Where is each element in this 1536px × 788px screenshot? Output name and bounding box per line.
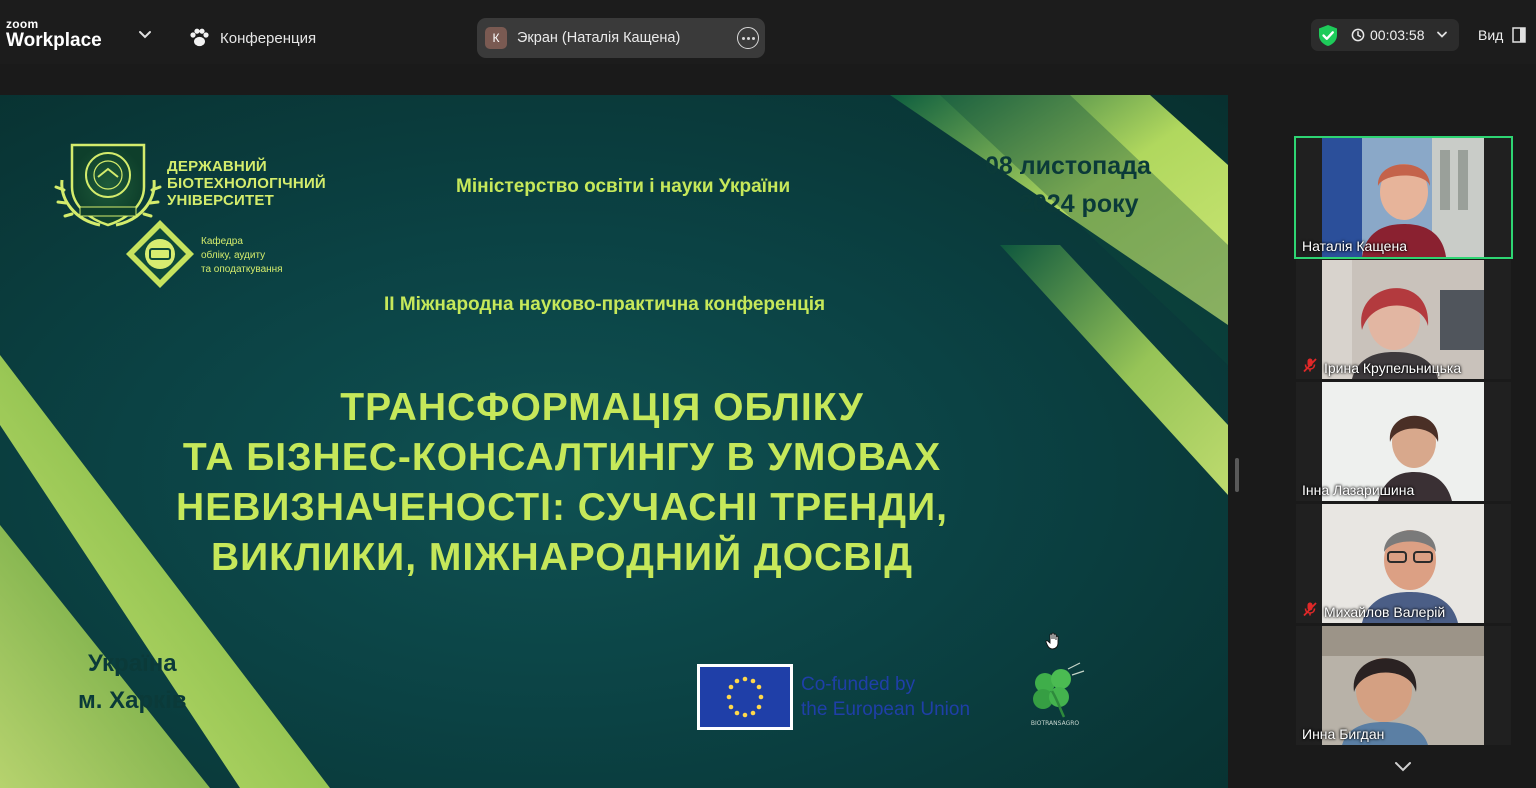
university-name-line: БІОТЕХНОЛОГІЧНИЙ [167,175,326,192]
shared-screen-slide[interactable]: ДЕРЖАВНИЙ БІОТЕХНОЛОГІЧНИЙ УНІВЕРСИТЕТ К… [0,95,1228,788]
biotransagro-clover-logo: BIOTRANSAGRO [1031,662,1085,727]
university-name: ДЕРЖАВНИЙ БІОТЕХНОЛОГІЧНИЙ УНІВЕРСИТЕТ [167,158,326,209]
university-emblem [54,143,162,227]
conference-title-line: ВИКЛИКИ, МІЖНАРОДНИЙ ДОСВІД [210,536,914,579]
eu-flag-icon [697,664,793,730]
view-button[interactable]: Вид [1478,27,1503,43]
top-bar: zoom Workplace Конференция К Экран (Ната… [0,0,1536,64]
microphone-muted-icon [1303,358,1317,373]
hand-cursor-icon [1045,632,1059,650]
conference-title-line: НЕВИЗНАЧЕНОСТІ: СУЧАСНІ ТРЕНДИ, [176,486,948,529]
conference-date-day: 08 листопада [985,152,1151,180]
participant-name: Наталія Кащена [1302,238,1407,254]
meeting-status[interactable]: 00:03:58 [1311,19,1459,51]
brand-small-text: zoom [6,17,39,31]
screen-share-label: Экран (Наталія Кащена) [517,30,681,46]
panel-resize-handle[interactable] [1235,458,1239,492]
department-name-line: та оподаткування [201,264,283,275]
eu-text-line: the European Union [801,699,971,720]
participant-tile[interactable]: Ірина Крупельницька [1296,260,1511,379]
participant-tile[interactable]: Інна Лазаришина [1296,382,1511,501]
participant-name: Инна Бигдан [1302,726,1385,742]
chevron-down-icon[interactable] [1436,30,1448,40]
microphone-muted-icon [1303,602,1317,617]
meeting-tab-label: Конференция [220,29,317,47]
scroll-down-chevron-icon[interactable] [1393,760,1413,774]
conference-title-line: ТРАНСФОРМАЦІЯ ОБЛІКУ [340,386,864,429]
participant-tile[interactable]: Наталія Кащена [1294,136,1513,259]
chevron-down-icon[interactable] [137,28,153,42]
meeting-timer: 00:03:58 [1370,27,1425,43]
more-options-icon[interactable] [737,27,759,49]
participant-name: Інна Лазаришина [1302,482,1415,498]
university-name-line: ДЕРЖАВНИЙ [167,158,267,175]
university-name-line: УНІВЕРСИТЕТ [167,192,274,209]
security-shield-icon[interactable] [1317,24,1339,47]
zoom-workplace-logo[interactable]: zoom Workplace [6,18,102,50]
location-city: м. Харків [78,687,187,714]
participant-tile[interactable]: Михайлов Валерій [1296,504,1511,623]
conference-title-line: ТА БІЗНЕС-КОНСАЛТИНГУ В УМОВАХ [182,436,942,479]
conference-date-year: 2024 року [1019,190,1139,218]
location-country: Україна [88,650,177,677]
participant-name: Михайлов Валерій [1324,604,1446,620]
eu-cofunded-text: Co-funded by the European Union [801,672,970,722]
brand-big-text: Workplace [6,30,102,51]
department-emblem [126,220,194,288]
view-layout-icon[interactable] [1512,27,1526,43]
department-name-line: Кафедра [201,236,243,247]
participant-name: Ірина Крупельницька [1324,360,1462,376]
department-name: Кафедра обліку, аудиту та оподаткування [201,235,283,277]
partner-logo-text: BIOTRANSAGRO [1031,720,1080,727]
clock-icon [1351,28,1365,42]
meeting-paw-icon [190,28,209,47]
screen-share-indicator[interactable]: К Экран (Наталія Кащена) [477,18,765,58]
eu-text-line: Co-funded by [801,674,916,695]
conference-type: ІІ Міжнародна науково-практична конферен… [384,294,826,315]
ministry-name: Міністерство освіти і науки України [456,176,791,197]
department-name-line: обліку, аудиту [201,250,266,261]
sharer-avatar: К [485,27,507,49]
participant-tile[interactable]: Инна Бигдан [1296,626,1511,745]
meeting-tab[interactable]: Конференция [188,26,316,50]
